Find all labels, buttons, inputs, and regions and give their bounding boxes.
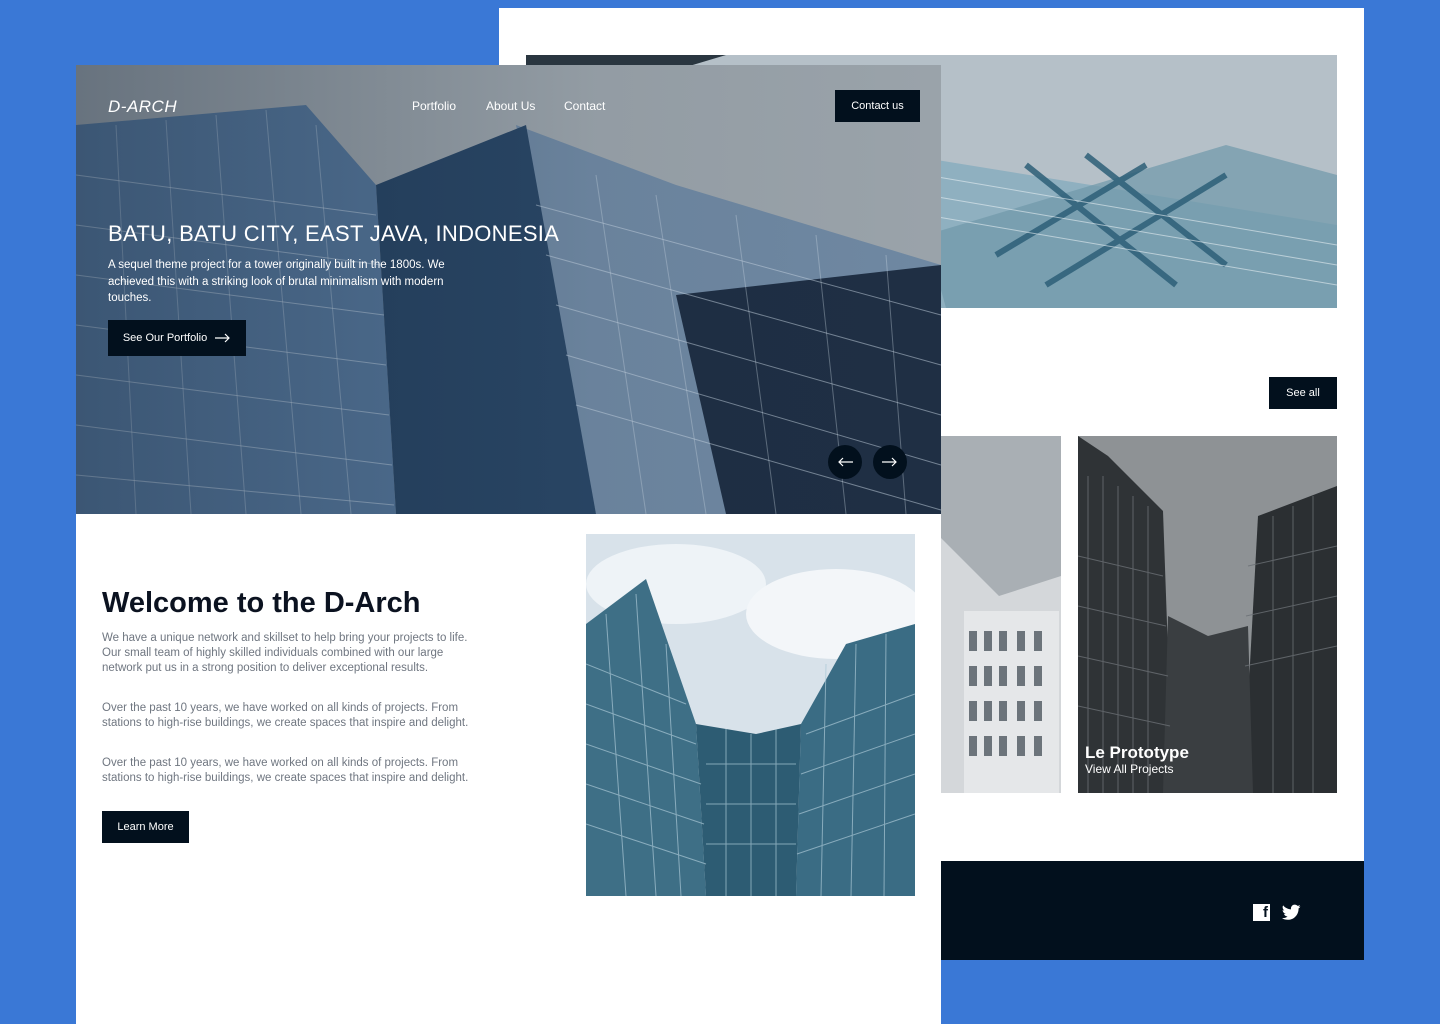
project-card[interactable] bbox=[939, 436, 1061, 793]
arrow-right-icon bbox=[215, 333, 231, 343]
welcome-paragraph: Over the past 10 years, we have worked o… bbox=[102, 702, 469, 729]
contact-us-button[interactable]: Contact us bbox=[835, 90, 920, 122]
welcome-paragraph: We have a unique network and skillset to… bbox=[102, 632, 468, 674]
view-all-projects-link[interactable]: View All Projects bbox=[1085, 762, 1173, 776]
nav-about-us[interactable]: About Us bbox=[486, 99, 535, 113]
welcome-paragraph: Over the past 10 years, we have worked o… bbox=[102, 757, 469, 784]
arrow-right-icon bbox=[882, 457, 897, 467]
logo[interactable]: D-ARCH bbox=[108, 97, 177, 117]
project-title: Le Prototype bbox=[1085, 743, 1189, 762]
nav-portfolio[interactable]: Portfolio bbox=[412, 99, 456, 113]
welcome-building-image bbox=[586, 534, 915, 896]
slider-next-button[interactable] bbox=[873, 445, 907, 479]
project-card-le-prototype[interactable]: Le Prototype View All Projects bbox=[1078, 436, 1337, 793]
nav-contact[interactable]: Contact bbox=[564, 99, 605, 113]
see-all-button[interactable]: See all bbox=[1269, 377, 1337, 409]
welcome-title: Welcome to the D-Arch bbox=[102, 587, 421, 619]
hero-heading: BATU, BATU CITY, EAST JAVA, INDONESIA bbox=[108, 221, 560, 246]
arrow-left-icon bbox=[838, 457, 853, 467]
facebook-icon[interactable]: f bbox=[1253, 904, 1270, 921]
slider-prev-button[interactable] bbox=[828, 445, 862, 479]
learn-more-button[interactable]: Learn More bbox=[102, 811, 189, 843]
hero-description: A sequel theme project for a tower origi… bbox=[108, 259, 445, 304]
see-our-portfolio-label: See Our Portfolio bbox=[122, 332, 208, 344]
see-our-portfolio-button[interactable]: See Our Portfolio bbox=[108, 320, 246, 356]
twitter-icon[interactable] bbox=[1281, 904, 1301, 921]
